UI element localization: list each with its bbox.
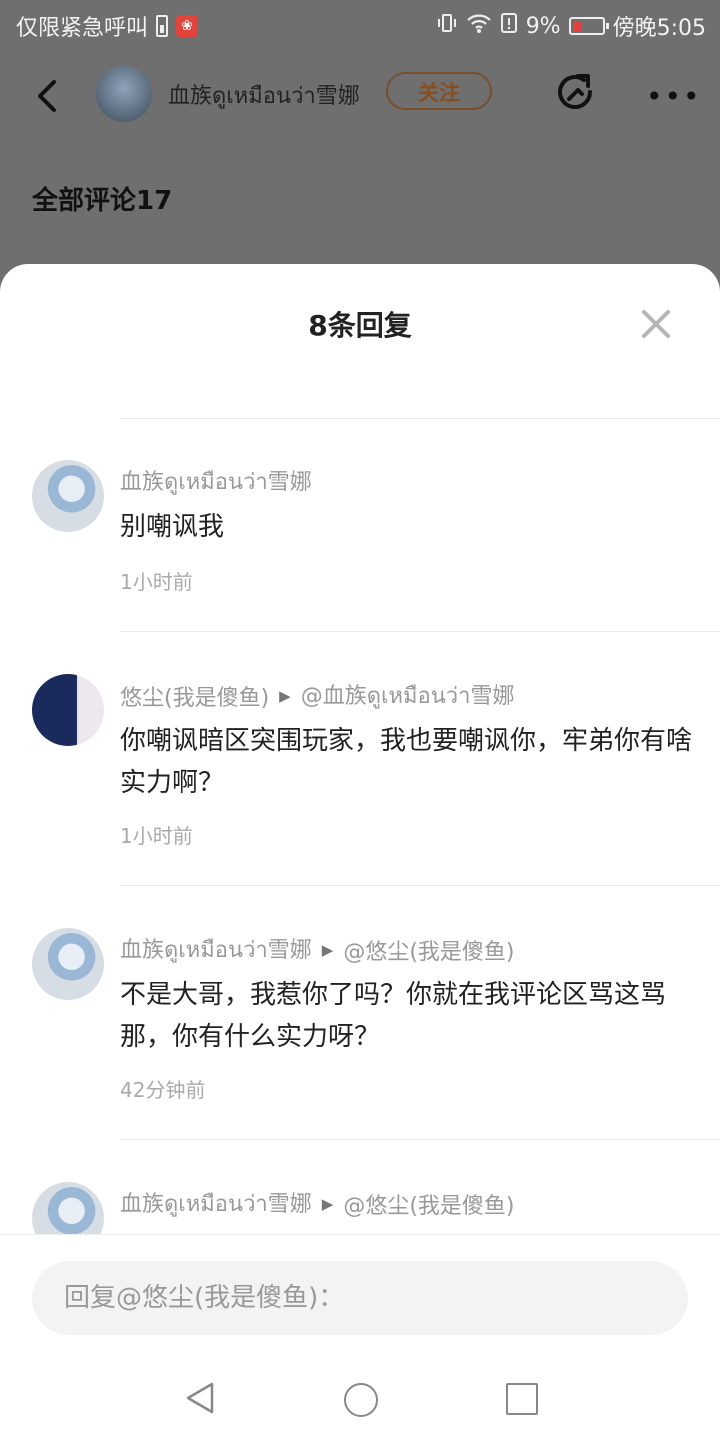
nav-back-button[interactable]: [184, 1381, 216, 1419]
sim-alert-icon: [500, 12, 518, 40]
chevron-left-icon: [38, 80, 56, 112]
reply-arrow-icon: ▶: [321, 1194, 334, 1213]
status-right: 9% 傍晚5:05: [436, 10, 706, 42]
wifi-icon: [466, 12, 492, 40]
triangle-back-icon: [186, 1382, 214, 1414]
more-dots-icon: •••: [646, 80, 702, 113]
reply-time: 1小时前: [120, 824, 193, 848]
share-icon: [558, 74, 592, 109]
reply-meta: 血族ดูเหมือนว่า雪娜 ▶ @悠尘(我是傻鱼): [120, 932, 515, 967]
reply-text: 不是大哥，我惹你了吗？你就在我评论区骂这骂那，你有什么实力呀？: [120, 980, 667, 1052]
status-bar: 仅限紧急呼叫 ❀ 9% 傍晚5:05: [0, 0, 720, 52]
battery-small-icon: [156, 15, 169, 37]
reply-item[interactable]: 血族ดูเหมือนว่า雪娜 ▶ @悠尘(我是傻鱼): [0, 1140, 720, 1234]
reply-author[interactable]: 血族ดูเหมือนว่า雪娜: [120, 464, 312, 499]
reply-item[interactable]: 血族ดูเหมือนว่า雪娜 别嘲讽我 1小时前: [0, 418, 720, 632]
reply-item[interactable]: 血族ดูเหมือนว่า雪娜 ▶ @悠尘(我是傻鱼) 不是大哥，我惹你了吗？你…: [0, 886, 720, 1140]
reply-time: 1小时前: [120, 570, 193, 594]
reply-author[interactable]: 悠尘(我是傻鱼): [120, 680, 269, 712]
app-notification-icon: ❀: [176, 15, 199, 37]
reply-arrow-icon: ▶: [321, 940, 334, 959]
reply-meta: 血族ดูเหมือนว่า雪娜: [120, 464, 312, 499]
clock: 傍晚5:05: [612, 16, 706, 41]
reply-text: 别嘲讽我: [120, 512, 225, 542]
reply-meta: 悠尘(我是傻鱼) ▶ @血族ดูเหมือนว่า雪娜: [120, 678, 515, 713]
reply-list: 血族ดูเหมือนว่า雪娜 别嘲讽我 1小时前 悠尘(我是傻鱼) ▶ @血族…: [0, 418, 720, 1234]
more-options-button[interactable]: •••: [646, 80, 700, 113]
reply-bar: 回复@悠尘(我是傻鱼)：: [0, 1234, 720, 1440]
page-header: 血族ดูเหมือนว่า雪娜 关注 •••: [0, 60, 720, 130]
reply-input[interactable]: 回复@悠尘(我是傻鱼)：: [32, 1261, 688, 1335]
all-comments-heading: 全部评论17: [32, 186, 173, 216]
reply-text: 你嘲讽暗区突围玩家，我也要嘲讽你，牢弟你有啥实力啊？: [120, 726, 693, 798]
close-icon: [642, 310, 670, 338]
battery-icon: [568, 17, 609, 35]
emergency-call-text: 仅限紧急呼叫: [16, 16, 149, 41]
replies-sheet: 8条回复 血族ดูเหมือนว่า雪娜 别嘲讽我 1小时前 悠尘(我是傻鱼) …: [0, 264, 720, 1440]
vibrate-icon: [436, 12, 458, 40]
avatar[interactable]: [32, 674, 104, 746]
follow-button[interactable]: 关注: [386, 72, 492, 110]
share-button[interactable]: [552, 70, 600, 118]
avatar[interactable]: [32, 460, 104, 532]
sheet-title: 8条回复: [308, 309, 412, 342]
reply-meta: 血族ดูเหมือนว่า雪娜 ▶ @悠尘(我是傻鱼): [120, 1186, 515, 1221]
nav-home-button[interactable]: [344, 1383, 378, 1417]
reply-target[interactable]: @血族ดูเหมือนว่า雪娜: [301, 678, 515, 713]
battery-percent: 9%: [525, 13, 561, 39]
author-name[interactable]: 血族ดูเหมือนว่า雪娜: [168, 78, 360, 113]
reply-item[interactable]: 悠尘(我是傻鱼) ▶ @血族ดูเหมือนว่า雪娜 你嘲讽暗区突围玩家，我也…: [0, 632, 720, 886]
author-avatar[interactable]: [96, 66, 152, 122]
reply-target[interactable]: @悠尘(我是傻鱼): [343, 934, 514, 966]
avatar[interactable]: [32, 1182, 104, 1234]
nav-recents-button[interactable]: [506, 1383, 538, 1415]
reply-author[interactable]: 血族ดูเหมือนว่า雪娜: [120, 1186, 312, 1221]
reply-author[interactable]: 血族ดูเหมือนว่า雪娜: [120, 932, 312, 967]
status-left: 仅限紧急呼叫 ❀: [16, 10, 199, 42]
reply-time: 42分钟前: [120, 1078, 206, 1102]
back-button[interactable]: [28, 74, 68, 118]
reply-target[interactable]: @悠尘(我是傻鱼): [343, 1188, 514, 1220]
reply-arrow-icon: ▶: [279, 686, 291, 705]
close-button[interactable]: [636, 304, 676, 344]
avatar[interactable]: [32, 928, 104, 1000]
